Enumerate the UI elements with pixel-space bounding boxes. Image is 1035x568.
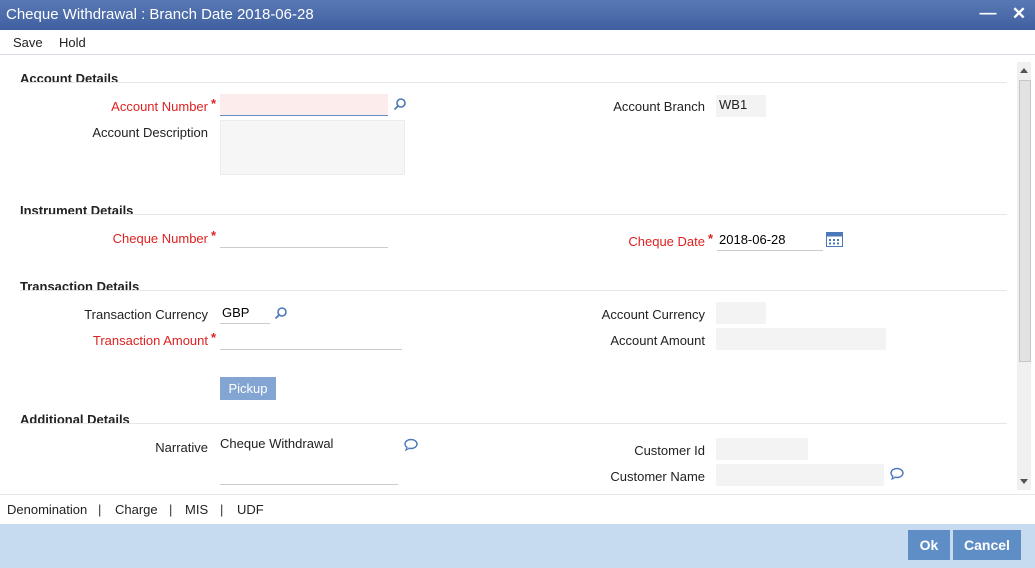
hold-menu-item[interactable]: Hold: [59, 35, 86, 50]
customer-id-field: [716, 438, 808, 460]
save-menu-item[interactable]: Save: [13, 35, 43, 50]
pickup-button[interactable]: Pickup: [220, 377, 276, 400]
transaction-amount-input[interactable]: [220, 328, 402, 350]
required-marker: *: [708, 231, 714, 246]
required-marker: *: [211, 228, 217, 243]
tab-separator: |: [169, 502, 173, 517]
instrument-details-header: Instrument Details: [20, 203, 134, 218]
transaction-currency-label: Transaction Currency: [84, 307, 208, 322]
account-branch-label: Account Branch: [613, 99, 705, 114]
narrative-field[interactable]: Cheque Withdrawal: [220, 436, 398, 485]
divider: [20, 214, 1007, 215]
transaction-currency-input[interactable]: [220, 302, 270, 324]
transaction-amount-label: Transaction Amount: [92, 333, 208, 348]
required-marker: *: [211, 96, 217, 111]
required-marker: *: [211, 330, 217, 345]
account-description-field[interactable]: [220, 120, 405, 175]
scroll-up-arrow-icon[interactable]: [1020, 67, 1028, 73]
close-button[interactable]: ✕: [1009, 4, 1029, 24]
customer-name-field: [716, 464, 884, 486]
account-currency-label: Account Currency: [601, 307, 705, 322]
search-icon[interactable]: [274, 306, 288, 323]
account-number-input[interactable]: [220, 94, 388, 116]
cheque-date-label: Cheque Date: [628, 234, 705, 249]
cheque-date-input[interactable]: [717, 229, 823, 251]
tab-separator: |: [98, 502, 102, 517]
account-amount-label: Account Amount: [610, 333, 705, 348]
search-icon[interactable]: [393, 97, 407, 114]
bottom-tab-bar: Denomination | Charge | MIS | UDF: [0, 494, 1035, 525]
customer-id-label: Customer Id: [634, 443, 705, 458]
ok-button[interactable]: Ok: [908, 530, 950, 560]
tab-mis[interactable]: MIS: [185, 502, 208, 517]
scrollbar-thumb[interactable]: [1019, 80, 1031, 362]
tab-separator: |: [220, 502, 224, 517]
transaction-details-header: Transaction Details: [20, 279, 140, 294]
comment-icon[interactable]: [404, 438, 418, 454]
account-details-header: Account Details: [20, 71, 119, 86]
account-branch-field: WB1: [716, 95, 766, 117]
additional-details-header: Additional Details: [20, 412, 130, 427]
tab-charge[interactable]: Charge: [115, 502, 158, 517]
footer-bar: Ok Cancel: [0, 524, 1035, 568]
tab-denomination[interactable]: Denomination: [7, 502, 87, 517]
minimize-button[interactable]: —: [978, 3, 998, 23]
calendar-icon[interactable]: [826, 232, 843, 250]
cancel-button[interactable]: Cancel: [953, 530, 1021, 560]
account-amount-field: [716, 328, 886, 350]
comment-icon[interactable]: [890, 467, 904, 483]
divider: [20, 423, 1007, 424]
cheque-number-input[interactable]: [220, 226, 388, 248]
account-currency-field: [716, 302, 766, 324]
menu-bar: Save Hold: [0, 30, 1035, 55]
divider: [20, 82, 1007, 83]
window-title: Cheque Withdrawal : Branch Date 2018-06-…: [6, 6, 314, 23]
narrative-label: Narrative: [155, 440, 208, 455]
scroll-down-arrow-icon[interactable]: [1020, 479, 1028, 485]
account-description-label: Account Description: [92, 125, 208, 140]
account-number-label: Account Number: [111, 99, 208, 114]
cheque-number-label: Cheque Number: [112, 231, 208, 246]
tab-udf[interactable]: UDF: [237, 502, 264, 517]
divider: [20, 290, 1007, 291]
title-bar: Cheque Withdrawal : Branch Date 2018-06-…: [0, 0, 1035, 30]
customer-name-label: Customer Name: [610, 469, 705, 484]
